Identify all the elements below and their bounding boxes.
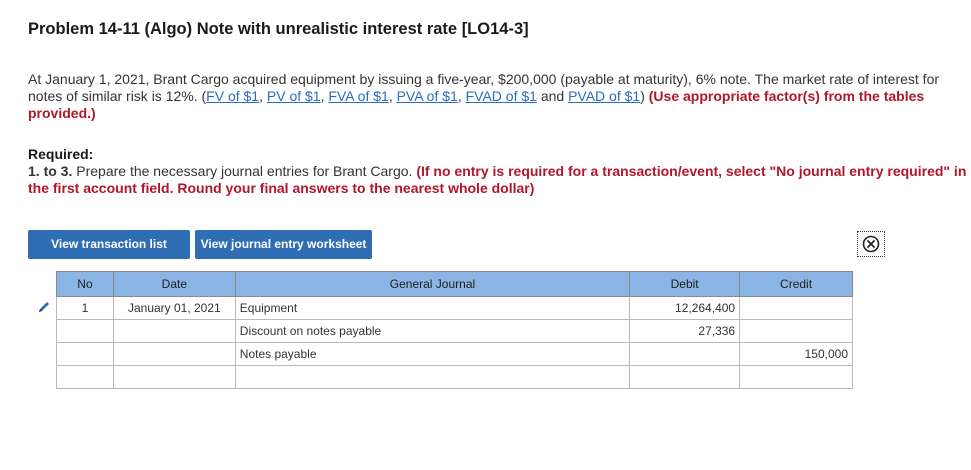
- row-account[interactable]: [234, 365, 631, 389]
- col-header-no: No: [56, 271, 114, 297]
- required-text: Prepare the necessary journal entries fo…: [72, 163, 417, 179]
- row-no: [56, 365, 114, 389]
- row-debit[interactable]: 12,264,400: [629, 296, 741, 320]
- problem-intro: At January 1, 2021, Brant Cargo acquired…: [28, 71, 940, 121]
- link-fv[interactable]: FV of $1: [206, 88, 259, 104]
- link-fva[interactable]: FVA of $1: [328, 88, 388, 104]
- required-step: 1. to 3.: [28, 163, 73, 179]
- row-account[interactable]: Discount on notes payable: [234, 319, 631, 343]
- col-header-date: Date: [112, 271, 236, 297]
- view-journal-worksheet-button[interactable]: View journal entry worksheet: [195, 230, 372, 259]
- table-row: 1 January 01, 2021 Equipment 12,264,400: [56, 296, 853, 320]
- pencil-icon[interactable]: [36, 299, 52, 315]
- row-account[interactable]: Equipment: [234, 296, 631, 320]
- table-row: [56, 365, 853, 389]
- journal-header-row: No Date General Journal Debit Credit: [56, 271, 853, 297]
- row-credit[interactable]: [739, 365, 853, 389]
- row-no: [56, 342, 114, 366]
- col-header-general-journal: General Journal: [234, 271, 631, 297]
- required-heading: Required:: [28, 146, 94, 162]
- journal-table: No Date General Journal Debit Credit 1 J…: [56, 271, 853, 389]
- link-pva[interactable]: PVA of $1: [397, 88, 458, 104]
- row-debit[interactable]: [629, 342, 741, 366]
- link-pv[interactable]: PV of $1: [267, 88, 321, 104]
- row-credit[interactable]: [739, 296, 853, 320]
- row-account[interactable]: Notes payable: [234, 342, 631, 366]
- row-debit[interactable]: [629, 365, 741, 389]
- row-debit[interactable]: 27,336: [629, 319, 741, 343]
- col-header-debit: Debit: [629, 271, 741, 297]
- row-date: [112, 365, 236, 389]
- row-no: [56, 319, 114, 343]
- page-title: Problem 14-11 (Algo) Note with unrealist…: [28, 20, 529, 38]
- required-section: Required: 1. to 3. Prepare the necessary…: [28, 146, 968, 197]
- col-header-credit: Credit: [739, 271, 853, 297]
- table-row: Discount on notes payable 27,336: [56, 319, 853, 343]
- row-date: [112, 342, 236, 366]
- row-no: 1: [56, 296, 114, 320]
- table-row: Notes payable 150,000: [56, 342, 853, 366]
- view-transaction-list-button[interactable]: View transaction list: [28, 230, 190, 259]
- row-date: January 01, 2021: [112, 296, 236, 320]
- link-fvad[interactable]: FVAD of $1: [466, 88, 537, 104]
- row-date: [112, 319, 236, 343]
- close-circle-icon: [862, 235, 880, 253]
- row-credit[interactable]: 150,000: [739, 342, 853, 366]
- row-credit[interactable]: [739, 319, 853, 343]
- link-pvad[interactable]: PVAD of $1: [568, 88, 640, 104]
- close-button[interactable]: [857, 231, 885, 257]
